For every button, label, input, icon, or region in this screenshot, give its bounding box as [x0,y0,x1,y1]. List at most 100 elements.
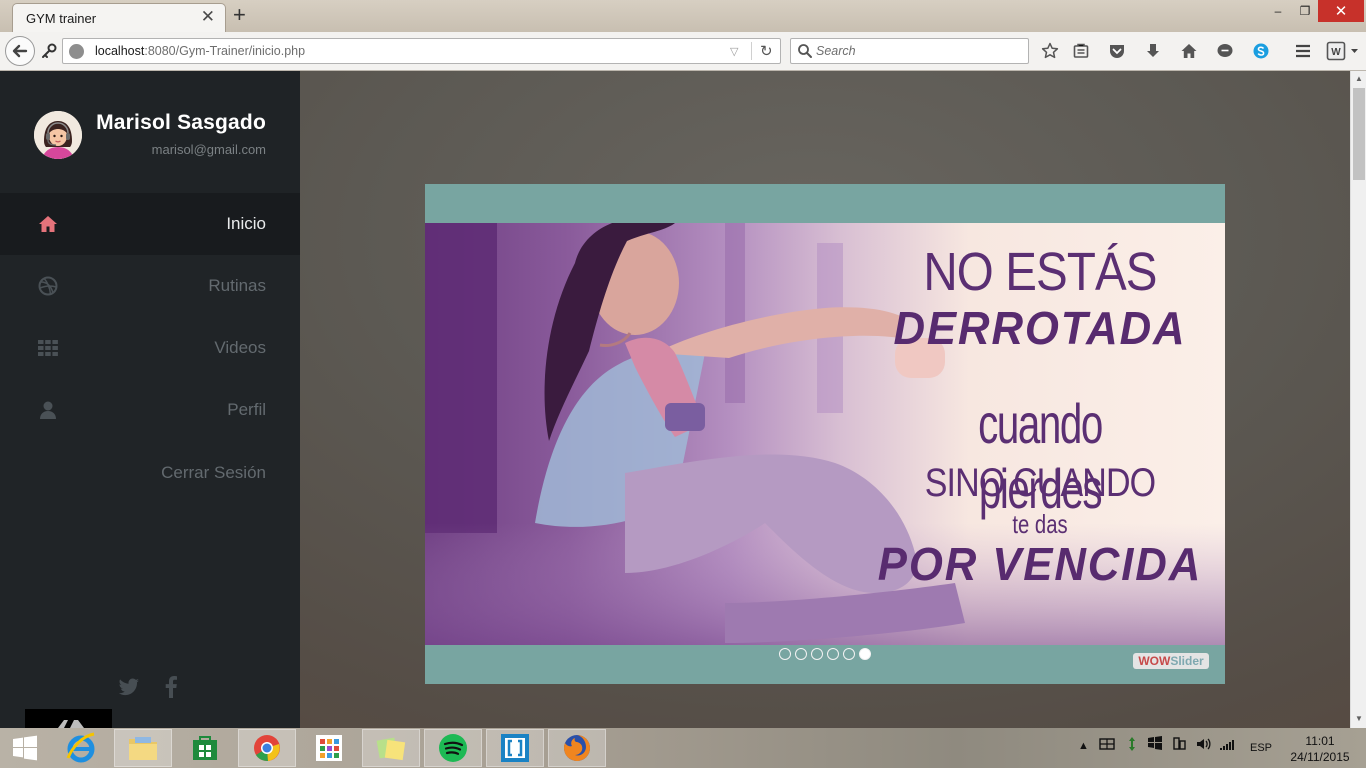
tab-title: GYM trainer [26,11,97,26]
dribbble-icon [38,276,58,296]
wowslider-badge[interactable]: WOWSlider [1133,653,1209,669]
brackets-icon [501,734,529,762]
chrome-icon [254,735,280,762]
sidebar-item-videos[interactable]: Videos [0,317,300,379]
url-text[interactable]: localhost:8080/Gym-Trainer/inicio.php [95,44,305,58]
avatar[interactable] [34,111,82,159]
quote-line-4: SINO CUANDO [924,461,1156,505]
slider-dots [779,648,871,660]
clock-time[interactable]: 11:01 [1290,734,1350,748]
image-slider: NO ESTÁS DERROTADA cuando pierdes SINO C… [425,184,1225,684]
tray-language[interactable]: ESP [1250,742,1272,754]
slider-dot[interactable] [779,648,791,660]
firefox-icon [564,735,590,761]
store-icon [193,736,217,760]
slider-dot[interactable] [811,648,823,660]
new-tab-button[interactable]: + [233,3,246,27]
back-button[interactable] [5,36,35,66]
taskbar-store[interactable] [176,729,234,767]
menu-hamburger-icon[interactable] [1291,39,1315,63]
scroll-up-icon[interactable]: ▲ [1355,74,1363,83]
pocket-icon[interactable] [1105,39,1129,63]
quote-line-1: NO ESTÁS [923,242,1157,302]
browser-tab-gym-trainer[interactable]: GYM trainer ✕ [12,3,226,32]
window-close-button[interactable]: ✕ [1318,0,1364,22]
tab-close-icon[interactable]: ✕ [201,8,215,26]
tray-windows-icon[interactable] [1148,736,1162,753]
url-host: localhost [95,44,145,58]
search-placeholder: Search [816,44,856,58]
window-maximize-button[interactable]: ❐ [1292,0,1318,22]
slide-image[interactable]: NO ESTÁS DERROTADA cuando pierdes SINO C… [425,223,1225,645]
sidebar-item-inicio[interactable]: Inicio [0,193,300,255]
badge-wow: WOW [1138,654,1171,668]
sticky-notes-icon [376,737,406,761]
url-path: :8080/Gym-Trainer/inicio.php [144,44,306,58]
search-bar[interactable]: Search [790,38,1029,64]
sidebar-item-cerrar-sesion[interactable]: Cerrar Sesión [0,442,300,504]
avatar-illustration [34,111,82,159]
spotify-icon [439,734,467,762]
tray-network-device-icon[interactable] [1171,736,1187,755]
page-viewport: Marisol Sasgado marisol@gmail.com Inicio… [0,71,1350,728]
tray-volume-icon[interactable] [1195,736,1211,755]
tray-expand-icon[interactable]: ▲ [1078,740,1089,752]
sidebar-item-label: Inicio [226,214,266,233]
tray-sync-icon[interactable] [1124,736,1140,755]
browser-tabstrip: GYM trainer ✕ + – ❐ ✕ [0,0,1366,32]
apps-grid-icon [316,735,342,761]
search-icon [798,44,812,58]
browser-navbar: localhost:8080/Gym-Trainer/inicio.php ▽ … [0,32,1366,71]
internet-explorer-icon [66,732,95,763]
sidebar-item-rutinas[interactable]: Rutinas [0,255,300,317]
globe-icon [69,44,84,59]
home-icon [39,216,57,232]
url-bar[interactable]: localhost:8080/Gym-Trainer/inicio.php ▽ … [62,38,781,64]
clock-date[interactable]: 24/11/2015 [1283,750,1357,764]
taskbar-internet-explorer[interactable] [52,729,110,767]
taskbar-firefox[interactable] [548,729,606,767]
quote-line-5: te das [1012,509,1068,539]
window-minimize-button[interactable]: – [1264,0,1292,22]
sidebar-item-label: Videos [214,338,266,357]
sidebar-item-perfil[interactable]: Perfil [0,379,300,441]
home-button-icon[interactable] [1177,39,1201,63]
slider-dot[interactable] [843,648,855,660]
collapsed-chat-tab[interactable] [25,709,112,728]
profile-panel: Marisol Sasgado marisol@gmail.com [0,71,300,193]
taskbar-chrome[interactable] [238,729,296,767]
tray-signal-icon[interactable] [1219,736,1235,755]
slider-dot[interactable] [859,648,871,660]
user-icon [40,401,56,419]
chat-tab-icon [58,720,84,728]
taskbar-file-explorer[interactable] [114,729,172,767]
grid-icon [38,340,58,356]
taskbar-spotify[interactable] [424,729,482,767]
tray-keyboard-icon[interactable] [1099,736,1115,755]
url-dropdown-icon[interactable]: ▽ [730,45,738,58]
reload-icon[interactable]: ↻ [760,42,773,60]
taskbar-brackets[interactable] [486,729,544,767]
sidebar-item-label: Perfil [227,400,266,419]
download-icon[interactable] [1141,39,1165,63]
taskbar-sticky-notes[interactable] [362,729,420,767]
user-name: Marisol Sasgado [96,111,266,134]
key-icon[interactable] [40,42,58,60]
twitter-icon[interactable] [117,675,141,699]
page-scrollbar[interactable]: ▲ ▼ [1350,71,1366,728]
chat-icon[interactable] [1213,39,1237,63]
facebook-icon[interactable] [159,675,183,699]
skype-icon[interactable] [1249,39,1273,63]
scroll-thumb[interactable] [1353,88,1365,180]
reading-list-icon[interactable] [1069,39,1093,63]
back-arrow-icon [12,44,28,58]
url-separator [751,42,752,60]
scroll-down-icon[interactable]: ▼ [1355,714,1363,723]
taskbar-apps[interactable] [300,729,358,767]
folder-icon [129,737,157,760]
slider-dot[interactable] [795,648,807,660]
extension-w-icon[interactable]: W [1326,39,1360,63]
slider-dot[interactable] [827,648,839,660]
bookmark-star-icon[interactable] [1038,39,1062,63]
start-button[interactable] [0,729,50,767]
